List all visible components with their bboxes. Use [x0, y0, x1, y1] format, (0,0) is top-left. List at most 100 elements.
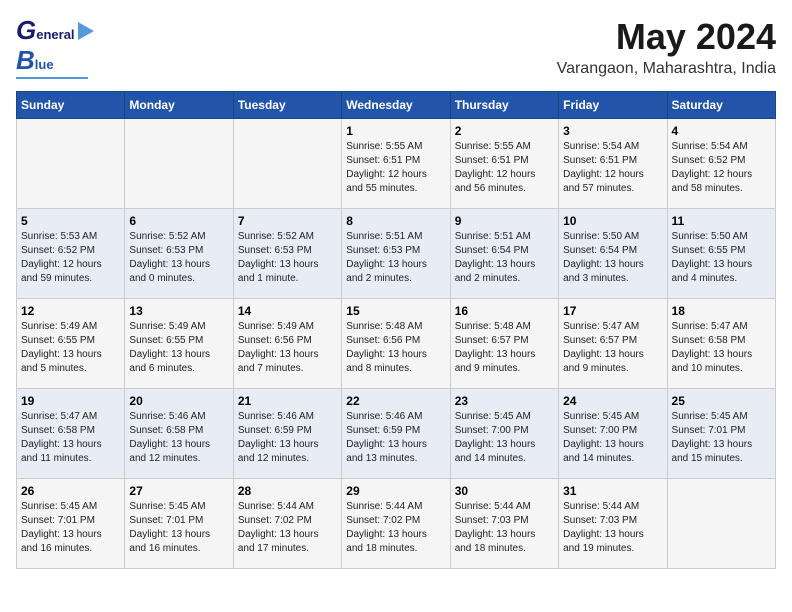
logo-underline	[16, 77, 88, 79]
day-info: Sunrise: 5:49 AM Sunset: 6:55 PM Dayligh…	[129, 320, 228, 376]
day-info: Sunrise: 5:52 AM Sunset: 6:53 PM Dayligh…	[129, 230, 228, 286]
day-info: Sunrise: 5:44 AM Sunset: 7:02 PM Dayligh…	[238, 500, 337, 556]
logo-g: G	[16, 16, 36, 46]
weekday-header-wednesday: Wednesday	[342, 91, 450, 118]
calendar-cell: 12 Sunrise: 5:49 AM Sunset: 6:55 PM Dayli…	[17, 298, 125, 388]
calendar-subtitle: Varangaon, Maharashtra, India	[557, 60, 776, 78]
day-number: 30	[455, 484, 554, 498]
day-number: 18	[672, 304, 771, 318]
calendar-cell: 8 Sunrise: 5:51 AM Sunset: 6:53 PM Daylig…	[342, 208, 450, 298]
day-info: Sunrise: 5:47 AM Sunset: 6:57 PM Dayligh…	[563, 320, 662, 376]
calendar-cell: 3 Sunrise: 5:54 AM Sunset: 6:51 PM Daylig…	[559, 118, 667, 208]
calendar-cell: 31 Sunrise: 5:44 AM Sunset: 7:03 PM Dayli…	[559, 478, 667, 568]
weekday-header-saturday: Saturday	[667, 91, 775, 118]
calendar-cell: 1 Sunrise: 5:55 AM Sunset: 6:51 PM Daylig…	[342, 118, 450, 208]
day-number: 12	[21, 304, 120, 318]
day-number: 5	[21, 214, 120, 228]
calendar-cell: 26 Sunrise: 5:45 AM Sunset: 7:01 PM Dayli…	[17, 478, 125, 568]
day-number: 31	[563, 484, 662, 498]
logo-eneral: eneral	[36, 28, 74, 43]
calendar-cell: 5 Sunrise: 5:53 AM Sunset: 6:52 PM Daylig…	[17, 208, 125, 298]
logo-lue: lue	[35, 58, 54, 73]
weekday-header-friday: Friday	[559, 91, 667, 118]
day-number: 25	[672, 394, 771, 408]
day-info: Sunrise: 5:54 AM Sunset: 6:51 PM Dayligh…	[563, 140, 662, 196]
calendar-cell: 4 Sunrise: 5:54 AM Sunset: 6:52 PM Daylig…	[667, 118, 775, 208]
day-number: 22	[346, 394, 445, 408]
day-info: Sunrise: 5:49 AM Sunset: 6:56 PM Dayligh…	[238, 320, 337, 376]
calendar-cell: 22Sunrise: 5:46 AM Sunset: 6:59 PM Dayli…	[342, 388, 450, 478]
calendar-cell	[125, 118, 233, 208]
calendar-table: SundayMondayTuesdayWednesdayThursdayFrid…	[16, 91, 776, 569]
day-number: 15	[346, 304, 445, 318]
calendar-cell: 30 Sunrise: 5:44 AM Sunset: 7:03 PM Dayli…	[450, 478, 558, 568]
weekday-header-row: SundayMondayTuesdayWednesdayThursdayFrid…	[17, 91, 776, 118]
day-number: 13	[129, 304, 228, 318]
calendar-week-row: 1 Sunrise: 5:55 AM Sunset: 6:51 PM Daylig…	[17, 118, 776, 208]
calendar-cell: 9Sunrise: 5:51 AM Sunset: 6:54 PM Daylig…	[450, 208, 558, 298]
day-number: 11	[672, 214, 771, 228]
calendar-cell: 15 Sunrise: 5:48 AM Sunset: 6:56 PM Dayli…	[342, 298, 450, 388]
day-number: 23	[455, 394, 554, 408]
calendar-cell: 21 Sunrise: 5:46 AM Sunset: 6:59 PM Dayli…	[233, 388, 341, 478]
day-info: Sunrise: 5:45 AM Sunset: 7:00 PM Dayligh…	[455, 410, 554, 466]
day-info: Sunrise: 5:51 AM Sunset: 6:53 PM Dayligh…	[346, 230, 445, 286]
calendar-cell: 29 Sunrise: 5:44 AM Sunset: 7:02 PM Dayli…	[342, 478, 450, 568]
day-info: Sunrise: 5:55 AM Sunset: 6:51 PM Dayligh…	[455, 140, 554, 196]
day-number: 29	[346, 484, 445, 498]
day-number: 28	[238, 484, 337, 498]
day-info: Sunrise: 5:53 AM Sunset: 6:52 PM Dayligh…	[21, 230, 120, 286]
calendar-cell: 19 Sunrise: 5:47 AM Sunset: 6:58 PM Dayli…	[17, 388, 125, 478]
day-info: Sunrise: 5:52 AM Sunset: 6:53 PM Dayligh…	[238, 230, 337, 286]
day-info: Sunrise: 5:45 AM Sunset: 7:01 PM Dayligh…	[672, 410, 771, 466]
calendar-cell: 10Sunrise: 5:50 AM Sunset: 6:54 PM Dayli…	[559, 208, 667, 298]
day-number: 26	[21, 484, 120, 498]
day-number: 20	[129, 394, 228, 408]
weekday-header-sunday: Sunday	[17, 91, 125, 118]
calendar-cell: 25 Sunrise: 5:45 AM Sunset: 7:01 PM Dayli…	[667, 388, 775, 478]
calendar-cell: 6 Sunrise: 5:52 AM Sunset: 6:53 PM Daylig…	[125, 208, 233, 298]
day-info: Sunrise: 5:54 AM Sunset: 6:52 PM Dayligh…	[672, 140, 771, 196]
day-info: Sunrise: 5:50 AM Sunset: 6:54 PM Dayligh…	[563, 230, 662, 286]
calendar-cell: 2 Sunrise: 5:55 AM Sunset: 6:51 PM Daylig…	[450, 118, 558, 208]
calendar-cell: 14Sunrise: 5:49 AM Sunset: 6:56 PM Dayli…	[233, 298, 341, 388]
day-info: Sunrise: 5:50 AM Sunset: 6:55 PM Dayligh…	[672, 230, 771, 286]
day-number: 21	[238, 394, 337, 408]
day-info: Sunrise: 5:47 AM Sunset: 6:58 PM Dayligh…	[21, 410, 120, 466]
day-number: 7	[238, 214, 337, 228]
day-info: Sunrise: 5:44 AM Sunset: 7:03 PM Dayligh…	[563, 500, 662, 556]
day-info: Sunrise: 5:47 AM Sunset: 6:58 PM Dayligh…	[672, 320, 771, 376]
day-number: 19	[21, 394, 120, 408]
day-info: Sunrise: 5:55 AM Sunset: 6:51 PM Dayligh…	[346, 140, 445, 196]
day-number: 6	[129, 214, 228, 228]
calendar-cell	[17, 118, 125, 208]
day-info: Sunrise: 5:46 AM Sunset: 6:59 PM Dayligh…	[238, 410, 337, 466]
weekday-header-tuesday: Tuesday	[233, 91, 341, 118]
calendar-week-row: 19 Sunrise: 5:47 AM Sunset: 6:58 PM Dayli…	[17, 388, 776, 478]
day-info: Sunrise: 5:44 AM Sunset: 7:02 PM Dayligh…	[346, 500, 445, 556]
weekday-header-thursday: Thursday	[450, 91, 558, 118]
day-number: 2	[455, 124, 554, 138]
title-section: May 2024 Varangaon, Maharashtra, India	[557, 16, 776, 78]
weekday-header-monday: Monday	[125, 91, 233, 118]
day-number: 17	[563, 304, 662, 318]
day-info: Sunrise: 5:48 AM Sunset: 6:56 PM Dayligh…	[346, 320, 445, 376]
calendar-cell: 16Sunrise: 5:48 AM Sunset: 6:57 PM Dayli…	[450, 298, 558, 388]
day-number: 8	[346, 214, 445, 228]
day-info: Sunrise: 5:45 AM Sunset: 7:01 PM Dayligh…	[21, 500, 120, 556]
day-number: 3	[563, 124, 662, 138]
calendar-cell: 27Sunrise: 5:45 AM Sunset: 7:01 PM Dayli…	[125, 478, 233, 568]
calendar-cell: 28 Sunrise: 5:44 AM Sunset: 7:02 PM Dayli…	[233, 478, 341, 568]
calendar-cell: 23 Sunrise: 5:45 AM Sunset: 7:00 PM Dayli…	[450, 388, 558, 478]
day-number: 1	[346, 124, 445, 138]
calendar-week-row: 26 Sunrise: 5:45 AM Sunset: 7:01 PM Dayli…	[17, 478, 776, 568]
day-info: Sunrise: 5:49 AM Sunset: 6:55 PM Dayligh…	[21, 320, 120, 376]
calendar-cell	[233, 118, 341, 208]
page-header: G eneral B lue May 2024 Varangaon, Mahar…	[16, 16, 776, 79]
day-number: 4	[672, 124, 771, 138]
day-info: Sunrise: 5:44 AM Sunset: 7:03 PM Dayligh…	[455, 500, 554, 556]
logo-b: B	[16, 46, 35, 76]
calendar-cell: 20Sunrise: 5:46 AM Sunset: 6:58 PM Dayli…	[125, 388, 233, 478]
day-info: Sunrise: 5:51 AM Sunset: 6:54 PM Dayligh…	[455, 230, 554, 286]
calendar-title: May 2024	[557, 16, 776, 58]
